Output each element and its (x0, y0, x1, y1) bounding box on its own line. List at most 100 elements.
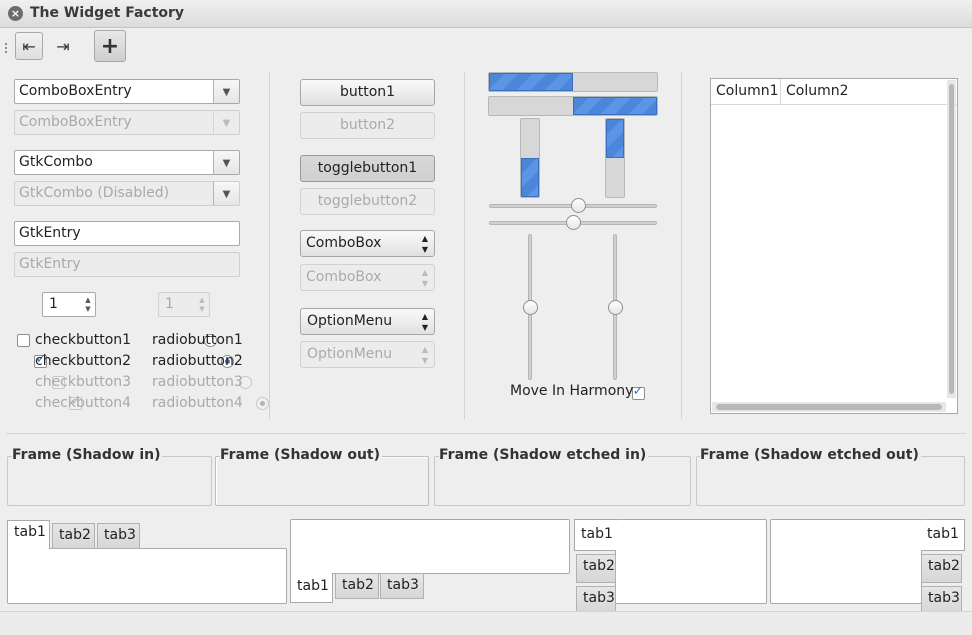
notebook-right-page (770, 519, 922, 604)
hscale-1-knob[interactable] (570, 198, 586, 213)
move-in-harmony-label[interactable]: Move In Harmony (510, 383, 633, 399)
tree-view[interactable]: Column1 Column2 (710, 78, 958, 414)
notebook-left-page (615, 519, 767, 604)
gtkcombo-text[interactable]: GtkCombo (15, 151, 213, 174)
spin-disabled-value: 1 (165, 296, 174, 312)
frame-shadow-etched-out (696, 456, 965, 506)
tab-bottom-2[interactable]: tab2 (335, 573, 379, 599)
radiobutton3-label: radiobutton3 (152, 374, 243, 390)
frame-shadow-in-title: Frame (Shadow in) (12, 447, 163, 463)
vprogress-bar-2 (605, 118, 625, 198)
tab-top-3[interactable]: tab3 (97, 523, 140, 549)
progress-bar-1 (488, 72, 658, 92)
tree-header: Column1 Column2 (711, 79, 957, 105)
comboboxentry-disabled: ComboBoxEntry ▼ (14, 110, 240, 135)
tab-right-1[interactable]: tab1 (921, 519, 965, 551)
column-separator (269, 72, 270, 419)
optionmenu-disabled-label: OptionMenu (307, 346, 393, 362)
add-icon[interactable]: + (94, 30, 126, 62)
frame-shadow-in (7, 456, 212, 506)
gtkcombo-disabled: GtkCombo (Disabled) ▼ (14, 181, 240, 206)
progress-bar-1-fill (489, 73, 573, 91)
updown-arrows-icon: ▲ ▼ (421, 345, 428, 365)
tab-right-2[interactable]: tab2 (921, 554, 962, 583)
togglebutton1[interactable]: togglebutton1 (300, 155, 435, 182)
progress-bar-2 (488, 96, 658, 116)
vscale-2-knob[interactable] (608, 299, 623, 315)
updown-arrows-icon[interactable]: ▲ ▼ (422, 231, 428, 255)
chevron-down-icon[interactable]: ▼ (213, 80, 239, 103)
tab-bottom-1[interactable]: tab1 (290, 573, 333, 603)
comboboxentry[interactable]: ComboBoxEntry ▼ (14, 79, 240, 104)
optionmenu[interactable]: OptionMenu ▲ ▼ (300, 308, 435, 335)
chevron-down-icon[interactable]: ▼ (213, 151, 239, 174)
radiobutton2-label[interactable]: radiobutton2 (152, 353, 243, 369)
chevron-down-icon: ▼ (213, 111, 239, 134)
notebook-top-page (7, 548, 287, 604)
radiobutton1-label[interactable]: radiobutton1 (152, 332, 243, 348)
radiobutton4-label: radiobutton4 (152, 395, 243, 411)
checkbutton1-label[interactable]: checkbutton1 (35, 332, 131, 348)
optionmenu-disabled: OptionMenu ▲ ▼ (300, 341, 435, 368)
vertical-scrollbar-thumb[interactable] (949, 84, 954, 394)
go-last-icon[interactable]: ⇥ (49, 32, 77, 60)
radiobutton4-circle (256, 397, 270, 410)
column1-header[interactable]: Column1 (711, 79, 781, 104)
hscale-2-knob[interactable] (565, 215, 581, 230)
combobox-label[interactable]: ComboBox (306, 235, 381, 251)
tab-bottom-3[interactable]: tab3 (380, 573, 424, 599)
close-icon[interactable]: × (8, 6, 23, 21)
window-title: The Widget Factory (30, 5, 185, 21)
horizontal-scrollbar-thumb[interactable] (716, 404, 942, 410)
notebook-bottom-page (290, 519, 570, 574)
updown-arrows-icon[interactable]: ▲ ▼ (422, 309, 428, 333)
tab-top-1[interactable]: tab1 (7, 520, 50, 549)
button2: button2 (300, 112, 435, 139)
gtkentry-disabled: GtkEntry (14, 252, 240, 277)
spin-arrows-icon: ▲ ▼ (199, 295, 205, 313)
vprogress-bar-2-fill (606, 119, 624, 158)
column-separator (681, 72, 682, 419)
frame-shadow-etched-out-title: Frame (Shadow etched out) (700, 447, 921, 463)
checkbutton3-label: checkbutton3 (35, 374, 132, 390)
spin-button-disabled: 1 ▲ ▼ (158, 292, 210, 317)
vprogress-bar-1-fill (521, 158, 539, 197)
checkbutton1-box[interactable] (17, 334, 30, 347)
spin-button[interactable]: 1 ▲ ▼ (42, 292, 96, 317)
vertical-scrollbar[interactable] (947, 80, 956, 398)
frame-shadow-etched-in (434, 456, 691, 506)
checkbutton4-label: checkbutton4 (35, 395, 132, 411)
tab-left-2[interactable]: tab2 (576, 554, 616, 583)
frame-shadow-etched-in-title: Frame (Shadow etched in) (439, 447, 649, 463)
optionmenu-label[interactable]: OptionMenu (307, 313, 392, 329)
combobox-disabled: ComboBox ▲ ▼ (300, 264, 435, 291)
vprogress-bar-1 (520, 118, 540, 198)
progress-bar-2-fill (573, 97, 657, 115)
checkbutton2-label[interactable]: checkbutton2 (35, 353, 131, 369)
spin-arrows-icon[interactable]: ▲ ▼ (81, 293, 95, 316)
combobox[interactable]: ComboBox ▲ ▼ (300, 230, 435, 257)
toolbar-grip[interactable] (4, 42, 8, 54)
vscale-1-knob[interactable] (523, 299, 538, 315)
togglebutton2: togglebutton2 (300, 188, 435, 215)
move-in-harmony-box[interactable] (631, 384, 645, 400)
button1[interactable]: button1 (300, 79, 435, 106)
tab-top-2[interactable]: tab2 (52, 523, 95, 549)
gtkcombo-disabled-text: GtkCombo (Disabled) (19, 185, 170, 201)
column2-header[interactable]: Column2 (781, 79, 861, 104)
column-separator (464, 72, 465, 419)
comboboxentry-text[interactable]: ComboBoxEntry (15, 80, 213, 103)
comboboxentry-disabled-text: ComboBoxEntry (19, 114, 132, 130)
horizontal-scrollbar[interactable] (712, 402, 946, 412)
tab-left-1[interactable]: tab1 (574, 519, 616, 551)
status-bar (0, 611, 972, 635)
combobox-disabled-label: ComboBox (306, 269, 382, 285)
gtkentry[interactable]: GtkEntry (14, 221, 240, 246)
chevron-down-icon: ▼ (213, 182, 239, 205)
go-first-icon[interactable]: ⇤ (15, 32, 43, 60)
gtkcombo[interactable]: GtkCombo ▼ (14, 150, 240, 175)
section-separator (6, 433, 966, 434)
spin-value[interactable]: 1 (43, 293, 81, 316)
frame-shadow-out-title: Frame (Shadow out) (220, 447, 382, 463)
frame-shadow-out (215, 456, 429, 506)
